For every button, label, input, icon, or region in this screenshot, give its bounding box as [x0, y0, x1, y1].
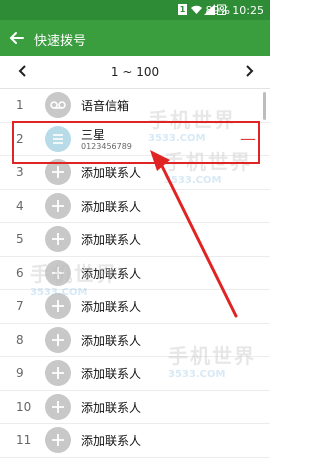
clock: 10:25	[232, 4, 264, 17]
sim-icon: 1	[178, 4, 187, 15]
back-arrow-icon[interactable]	[8, 29, 26, 47]
slot-number: 8	[16, 332, 24, 347]
list-item[interactable]: 10 添加联系人	[0, 391, 270, 424]
watermark: 手机世界 3533.COM	[168, 344, 256, 380]
contact-name: 语音信箱	[81, 99, 130, 113]
add-contact-label: 添加联系人	[81, 166, 142, 180]
slot-number: 4	[16, 198, 24, 213]
add-contact-label: 添加联系人	[81, 400, 142, 415]
list-item[interactable]: 4 添加联系人	[0, 190, 270, 223]
range-label: 1 ~ 100	[110, 65, 160, 79]
plus-icon	[45, 326, 71, 353]
plus-icon	[45, 192, 71, 219]
list-item[interactable]: 11 添加联系人	[0, 424, 270, 458]
plus-icon	[45, 360, 71, 386]
plus-icon	[45, 226, 71, 252]
slot-number: 1	[16, 98, 24, 112]
add-contact-label: 添加联系人	[81, 233, 142, 247]
voicemail-icon	[45, 92, 71, 118]
add-contact-label: 添加联系人	[81, 367, 142, 381]
slot-number: 3	[16, 165, 24, 179]
watermark: 手机世界 3533.COM	[30, 262, 118, 298]
list-item[interactable]: 5 添加联系人	[0, 223, 270, 257]
add-contact-label: 添加联系人	[81, 300, 142, 314]
range-pager: 1 ~ 100	[0, 56, 270, 89]
app-bar: 快速拨号	[0, 20, 270, 56]
slot-number: 10	[16, 399, 32, 414]
highlight-box	[12, 121, 260, 164]
plus-icon	[45, 393, 71, 420]
slot-number: 11	[16, 433, 32, 447]
status-bar: 1 N 89% 10:25	[0, 0, 270, 20]
chevron-right-icon[interactable]	[240, 62, 258, 80]
slot-number: 9	[16, 366, 24, 380]
slot-number: 5	[16, 232, 24, 246]
add-contact-label: 添加联系人	[81, 333, 142, 348]
add-contact-label: 添加联系人	[81, 434, 142, 448]
slot-number: 7	[16, 299, 24, 313]
add-contact-label: 添加联系人	[81, 199, 142, 214]
page-title: 快速拨号	[34, 34, 87, 49]
wifi-icon	[191, 4, 202, 15]
battery-level: 89%	[205, 4, 230, 17]
plus-icon	[45, 427, 71, 453]
